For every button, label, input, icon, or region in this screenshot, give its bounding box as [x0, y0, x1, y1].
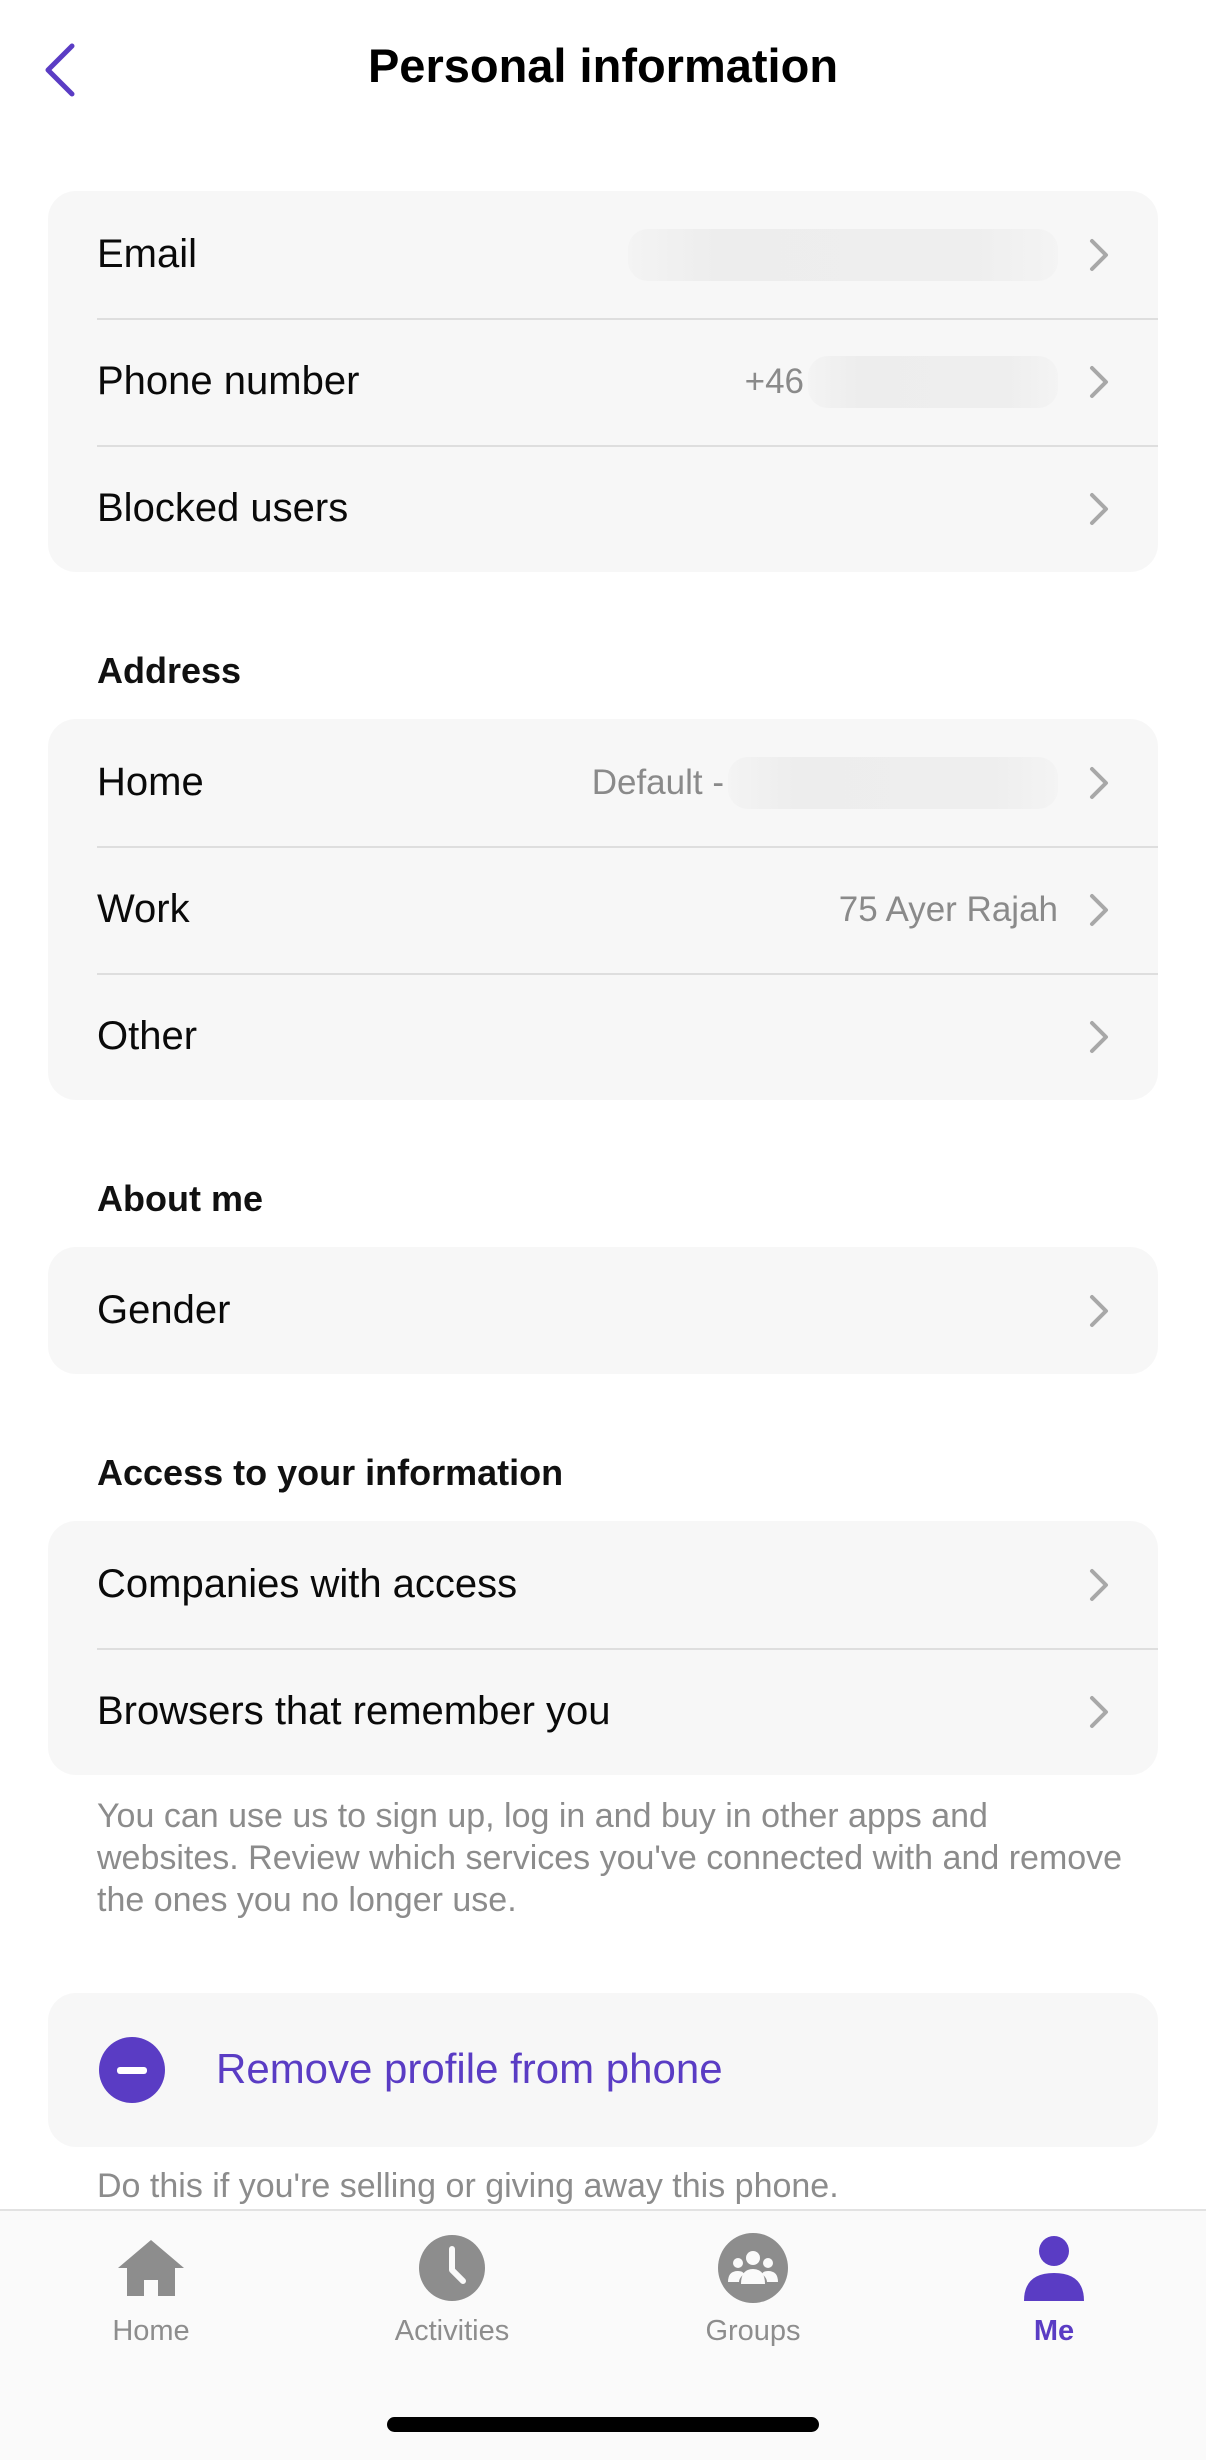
email-value [628, 228, 1058, 281]
remove-profile-label: Remove profile from phone [216, 2045, 723, 2092]
chevron-right-icon [1084, 1291, 1114, 1331]
group-icon [716, 2231, 790, 2305]
person-icon [1017, 2231, 1091, 2305]
page-title: Personal information [367, 39, 839, 92]
browsers-label: Browsers that remember you [97, 1689, 611, 1733]
home-icon [114, 2231, 188, 2305]
redacted-value [808, 355, 1058, 408]
address-card: Home Default - Work 75 Ayer Rajah Other [48, 719, 1158, 1100]
remove-profile-button[interactable]: Remove profile from phone [48, 1993, 1158, 2147]
gender-row[interactable]: Gender [48, 1247, 1158, 1374]
redacted-value [628, 228, 1058, 281]
address-other-label: Other [97, 1014, 198, 1058]
phone-row[interactable]: Phone number +46 [48, 318, 1158, 445]
tab-groups-label: Groups [705, 2315, 801, 2347]
address-home-value: Default - [591, 756, 1058, 809]
access-section-title: Access to your information [97, 1452, 564, 1493]
address-work-row[interactable]: Work 75 Ayer Rajah [48, 846, 1158, 973]
companies-label: Companies with access [97, 1562, 518, 1606]
tab-home[interactable]: Home [51, 2231, 251, 2351]
blocked-users-label: Blocked users [97, 486, 349, 530]
chevron-right-icon [1084, 362, 1114, 402]
address-work-value: 75 Ayer Rajah [838, 889, 1058, 929]
tab-me-label: Me [1033, 2315, 1075, 2347]
header: Personal information [0, 0, 1206, 140]
chevron-right-icon [1084, 890, 1114, 930]
email-label: Email [97, 232, 198, 276]
tab-groups[interactable]: Groups [653, 2231, 853, 2351]
address-home-label: Home [97, 760, 204, 804]
chevron-right-icon [1084, 235, 1114, 275]
access-card: Companies with access Browsers that reme… [48, 1521, 1158, 1775]
about-section-title: About me [97, 1178, 263, 1219]
address-home-default: Default - [591, 762, 724, 802]
tab-home-label: Home [112, 2315, 190, 2347]
address-section-title: Address [97, 650, 242, 691]
phone-value: +46 [744, 355, 1058, 408]
tab-activities[interactable]: Activities [352, 2231, 552, 2351]
gender-label: Gender [97, 1288, 231, 1332]
tab-me[interactable]: Me [954, 2231, 1154, 2351]
chevron-right-icon [1084, 1017, 1114, 1057]
address-home-row[interactable]: Home Default - [48, 719, 1158, 846]
address-work-label: Work [97, 887, 190, 931]
access-hint: You can use us to sign up, log in and bu… [97, 1797, 1123, 1919]
tab-activities-label: Activities [394, 2315, 510, 2347]
phone-prefix: +46 [744, 361, 804, 401]
blocked-users-row[interactable]: Blocked users [48, 445, 1158, 572]
redacted-value [728, 756, 1058, 809]
account-card: Email Phone number +46 Blocked users [48, 191, 1158, 572]
about-card: Gender [48, 1247, 1158, 1374]
minus-circle-icon [99, 2037, 165, 2103]
phone-label: Phone number [97, 359, 360, 403]
address-other-row[interactable]: Other [48, 973, 1158, 1100]
chevron-right-icon [1084, 763, 1114, 803]
chevron-right-icon [1084, 489, 1114, 529]
chevron-right-icon [1084, 1692, 1114, 1732]
browsers-row[interactable]: Browsers that remember you [48, 1648, 1158, 1775]
clock-icon [415, 2231, 489, 2305]
chevron-right-icon [1084, 1565, 1114, 1605]
remove-hint: Do this if you're selling or giving away… [97, 2167, 839, 2205]
companies-row[interactable]: Companies with access [48, 1521, 1158, 1648]
email-row[interactable]: Email [48, 191, 1158, 318]
home-indicator [387, 2417, 819, 2432]
